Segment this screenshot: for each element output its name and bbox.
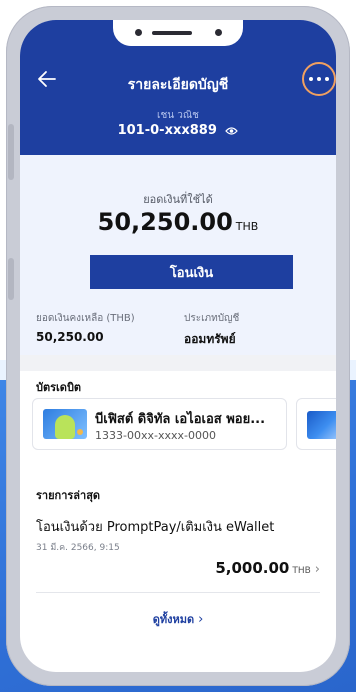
remaining-balance-value: 50,250.00 bbox=[36, 330, 104, 344]
account-type-value: ออมทรัพย์ bbox=[184, 332, 236, 346]
remaining-balance-label: ยอดเงินคงเหลือ (THB) bbox=[36, 313, 135, 324]
notch-dot bbox=[135, 29, 142, 36]
available-balance-label: ยอดเงินที่ใช้ได้ bbox=[143, 193, 213, 206]
account-type-label: ประเภทบัญชี bbox=[184, 313, 240, 324]
speaker-icon bbox=[152, 31, 192, 35]
camera-icon bbox=[215, 29, 222, 36]
section-divider bbox=[20, 355, 336, 371]
row-divider bbox=[36, 592, 320, 593]
currency-label: THB bbox=[235, 220, 259, 233]
see-all-label: ดูทั้งหมด bbox=[152, 613, 195, 626]
account-number: 101-0-xxx889 bbox=[117, 123, 217, 138]
chevron-right-icon: › bbox=[198, 612, 204, 627]
debit-card-section-title: บัตรเดบิต bbox=[36, 381, 82, 394]
more-dot-icon bbox=[317, 77, 321, 81]
debit-card-image bbox=[43, 409, 87, 439]
transaction-date: 31 มี.ค. 2566, 9:15 bbox=[36, 543, 120, 553]
debit-card-name: บีเฟิสต์ ดิจิทัล เอไอเอส พอย... bbox=[95, 412, 266, 427]
transaction-amount[interactable]: 5,000.00 THB › bbox=[215, 559, 320, 577]
transaction-currency: THB bbox=[292, 566, 311, 576]
transfer-button[interactable]: โอนเงิน bbox=[90, 255, 293, 289]
chevron-right-icon: › bbox=[314, 562, 320, 577]
app-screen: รายละเอียดบัญชี เชน วณิช 101-0-xxx889 ยอ… bbox=[20, 20, 336, 672]
debit-card-image bbox=[307, 411, 336, 439]
debit-card-item[interactable]: บีเฟิสต์ ดิจิทัล เอไอเอส พอย... 1333-00x… bbox=[32, 398, 287, 450]
page-title: รายละเอียดบัญชี bbox=[127, 77, 229, 93]
phone-notch bbox=[113, 20, 243, 46]
phone-side-button bbox=[8, 124, 14, 180]
remaining-balance: ยอดเงินคงเหลือ (THB) 50,250.00 bbox=[36, 311, 135, 344]
recent-transactions-title: รายการล่าสุด bbox=[36, 489, 101, 502]
app-header: รายละเอียดบัญชี เชน วณิช 101-0-xxx889 bbox=[20, 20, 336, 155]
account-holder-name: เชน วณิช bbox=[157, 110, 199, 121]
card-mascot-icon bbox=[55, 415, 75, 439]
more-options-button[interactable] bbox=[302, 62, 336, 96]
see-all-link[interactable]: ดูทั้งหมด › bbox=[20, 610, 336, 628]
phone-side-button bbox=[8, 258, 14, 300]
eye-icon[interactable] bbox=[225, 126, 239, 136]
debit-card-number: 1333-00xx-xxxx-0000 bbox=[95, 429, 216, 442]
more-dot-icon bbox=[309, 77, 313, 81]
phone-frame: รายละเอียดบัญชี เชน วณิช 101-0-xxx889 ยอ… bbox=[6, 6, 350, 686]
transaction-description[interactable]: โอนเงินด้วย PromptPay/เติมเงิน eWallet bbox=[36, 516, 274, 537]
account-type: ประเภทบัญชี ออมทรัพย์ bbox=[184, 311, 239, 349]
available-balance-amount: 50,250.00 THB bbox=[20, 208, 336, 236]
account-number-row: 101-0-xxx889 bbox=[20, 123, 336, 138]
balance-section: ยอดเงินที่ใช้ได้ 50,250.00 THB โอนเงิน ยอ… bbox=[20, 155, 336, 355]
card-logo-icon bbox=[77, 429, 83, 435]
more-dot-icon bbox=[325, 77, 329, 81]
transaction-amount-value: 5,000.00 bbox=[215, 559, 290, 577]
available-balance-value: 50,250.00 bbox=[97, 208, 233, 236]
debit-card-item-next[interactable] bbox=[296, 398, 336, 450]
